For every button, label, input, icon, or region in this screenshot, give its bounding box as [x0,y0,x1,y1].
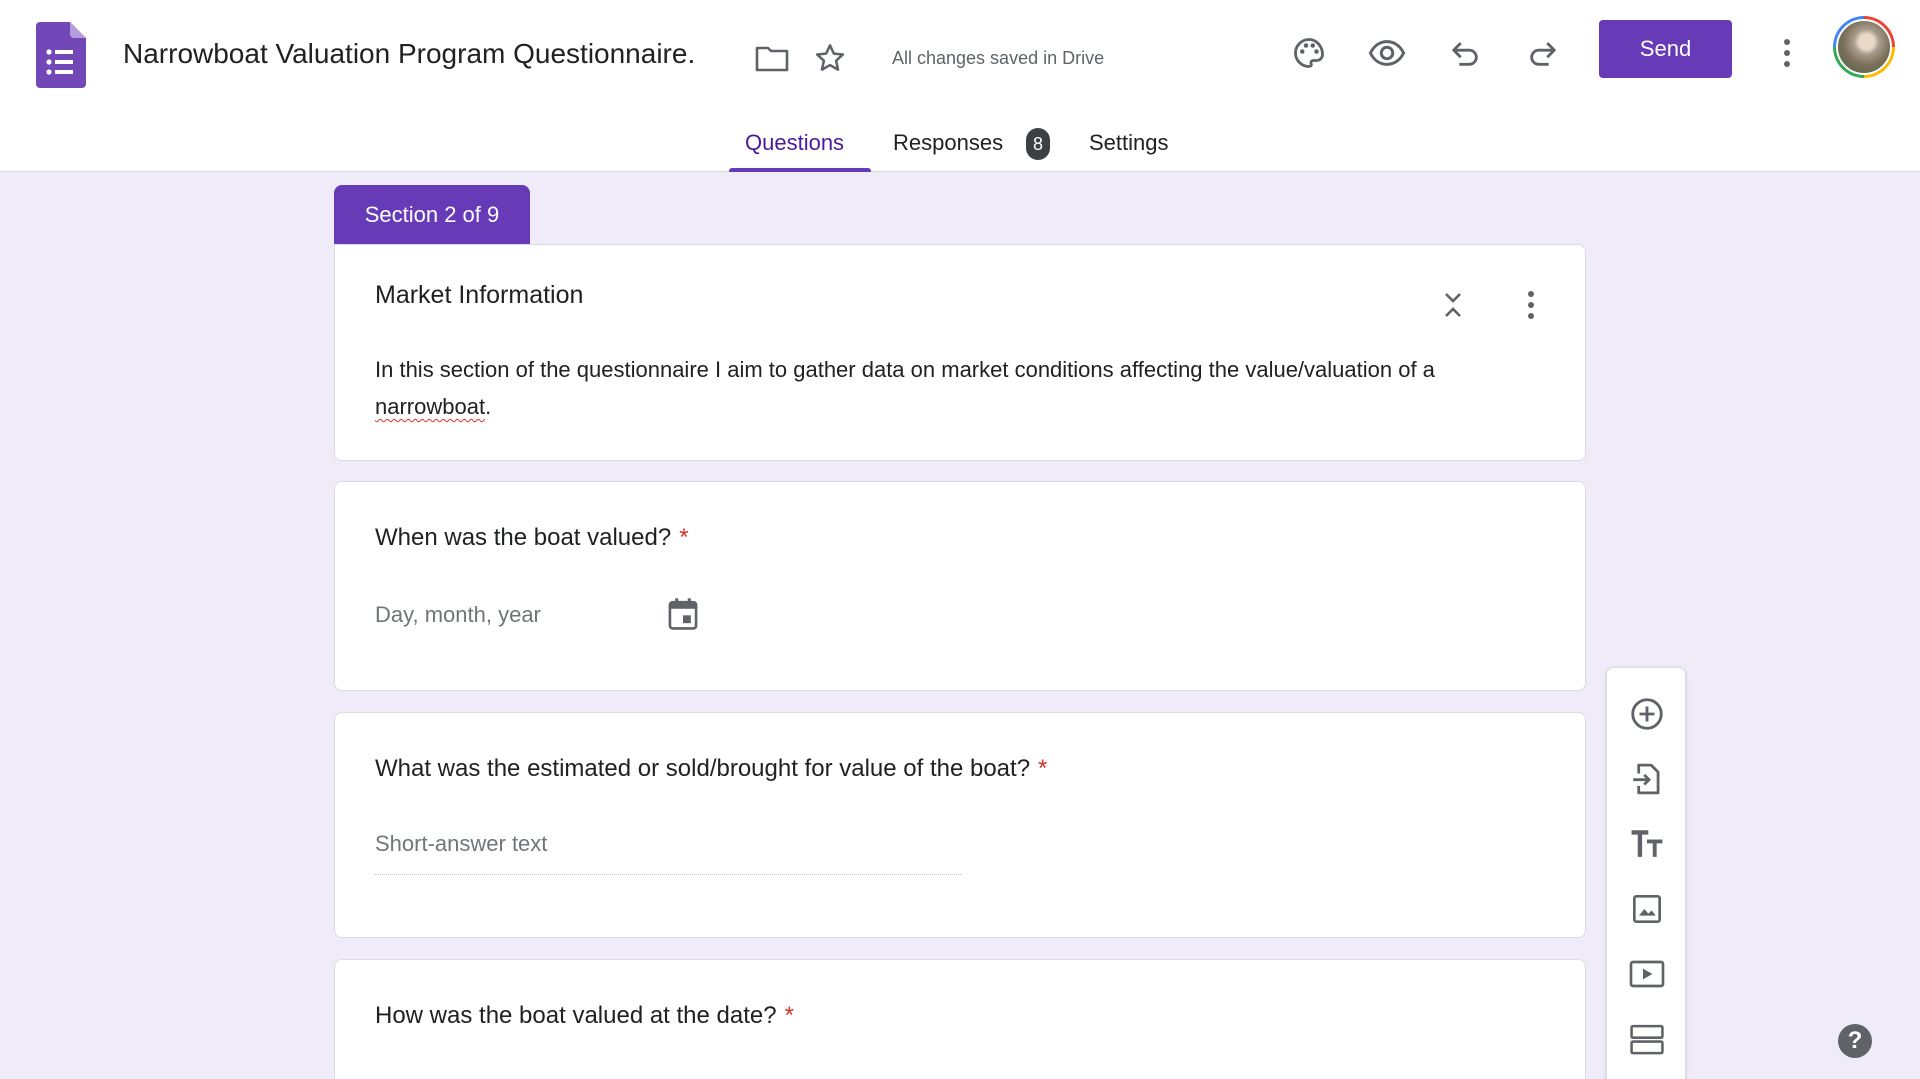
section-tab: Section 2 of 9 [334,185,530,245]
question-toolbar [1606,667,1686,1079]
help-icon[interactable]: ? [1838,1024,1872,1058]
avatar-image [1836,19,1892,75]
app-header: Narrowboat Valuation Program Questionnai… [0,0,1920,172]
required-mark: * [679,524,689,551]
tab-bar: Questions Responses 8 Settings [0,120,1920,172]
document-title[interactable]: Narrowboat Valuation Program Questionnai… [123,38,695,70]
calendar-icon [663,594,703,634]
section-description-end: . [485,394,492,419]
tab-responses[interactable]: Responses [893,130,1003,156]
import-questions-icon[interactable] [1625,757,1669,801]
question-title: How was the boat valued at the date? * [375,1002,794,1030]
section-description-text: In this section of the questionnaire I a… [375,357,1435,382]
star-icon[interactable] [810,38,850,78]
active-tab-indicator [729,168,871,172]
required-mark: * [1038,755,1048,782]
add-title-icon[interactable] [1625,822,1669,866]
collapse-icon[interactable] [1433,285,1473,325]
redo-icon[interactable] [1518,28,1568,78]
more-vert-icon[interactable] [1762,28,1812,78]
misspelled-word: narrowboat [375,394,486,419]
tab-settings[interactable]: Settings [1089,130,1169,156]
question-text: What was the estimated or sold/brought f… [375,755,1031,782]
send-button[interactable]: Send [1599,20,1732,78]
question-text: How was the boat valued at the date? [375,1002,777,1029]
section-header-card[interactable]: Market Information In this section of th… [334,244,1586,461]
date-input-placeholder: Day, month, year [375,602,541,627]
question-card[interactable]: How was the boat valued at the date? * [334,959,1586,1079]
palette-icon[interactable] [1284,28,1334,78]
avatar[interactable] [1833,16,1895,78]
section-more-icon[interactable] [1511,285,1551,325]
section-title[interactable]: Market Information [375,281,583,310]
add-question-icon[interactable] [1625,692,1669,736]
required-mark: * [784,1002,794,1029]
eye-icon[interactable] [1362,28,1412,78]
question-title: What was the estimated or sold/brought f… [375,755,1047,783]
question-card[interactable]: When was the boat valued? * Day, month, y… [334,481,1586,691]
short-answer-placeholder: Short-answer text [375,831,961,875]
add-video-icon[interactable] [1625,952,1669,996]
question-title: When was the boat valued? * [375,524,689,552]
section-description[interactable]: In this section of the questionnaire I a… [375,351,1555,425]
add-section-icon[interactable] [1625,1017,1669,1061]
question-text: When was the boat valued? [375,524,672,551]
forms-logo-icon[interactable] [36,22,86,88]
responses-count-badge: 8 [1026,128,1050,160]
folder-icon[interactable] [752,40,792,76]
save-status: All changes saved in Drive [892,48,1105,68]
tab-questions[interactable]: Questions [745,130,844,156]
undo-icon[interactable] [1440,28,1490,78]
question-card[interactable]: What was the estimated or sold/brought f… [334,712,1586,938]
add-image-icon[interactable] [1625,887,1669,931]
